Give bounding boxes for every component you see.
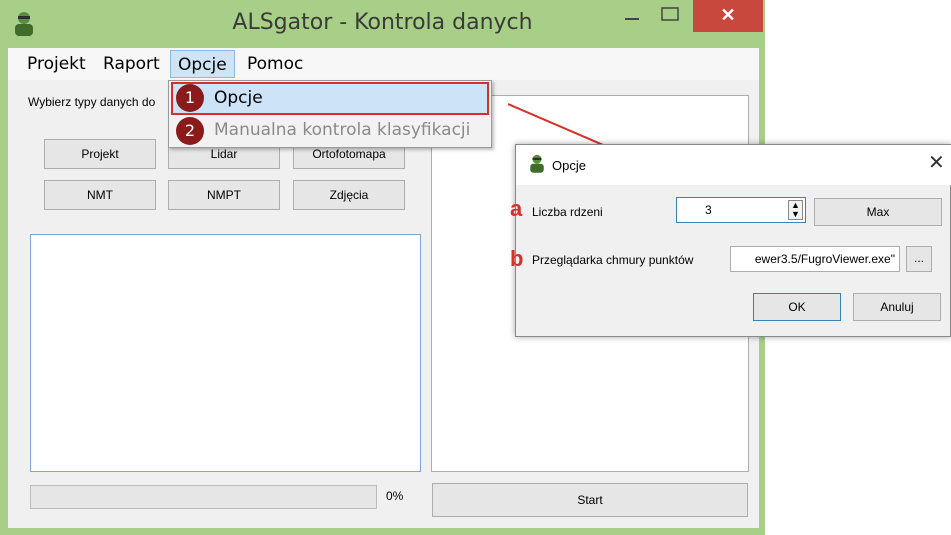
data-types-label: Wybierz typy danych do (28, 95, 156, 109)
minimize-icon (625, 18, 639, 20)
close-button[interactable]: ✕ (693, 0, 763, 32)
step-badge-1: 1 (176, 84, 204, 112)
maximize-icon (661, 7, 679, 21)
dialog-title: Opcje (552, 158, 586, 173)
menu-projekt[interactable]: Projekt (20, 50, 93, 78)
max-button[interactable]: Max (814, 198, 942, 226)
start-button[interactable]: Start (432, 483, 748, 517)
marker-a: a (510, 196, 523, 221)
progress-bar (30, 485, 377, 509)
viewer-path-field[interactable]: ewer3.5/FugroViewer.exe" (730, 246, 900, 272)
dropdown-item-opcje-label: Opcje (214, 88, 263, 108)
ok-button[interactable]: OK (753, 293, 841, 321)
cores-value: 3 (705, 203, 712, 217)
cores-spinbox[interactable]: 3 (676, 197, 806, 223)
close-icon: ✕ (720, 5, 736, 25)
cores-label: Liczba rdzeni (532, 205, 603, 219)
viewer-label: Przeglądarka chmury punktów (532, 253, 694, 267)
nmt-button[interactable]: NMT (44, 180, 156, 210)
step-badge-2: 2 (176, 117, 204, 145)
window-title: ALSgator - Kontrola danych (232, 10, 533, 35)
selection-list[interactable] (30, 234, 421, 472)
minimize-button[interactable] (617, 2, 647, 28)
dropdown-item-manual-classification[interactable]: Manualna kontrola klasyfikacji (214, 120, 470, 140)
zdjecia-button[interactable]: Zdjęcia (293, 180, 405, 210)
browse-button[interactable]: ... (906, 246, 932, 272)
projekt-button[interactable]: Projekt (44, 139, 156, 169)
nmpt-button[interactable]: NMPT (168, 180, 280, 210)
spin-up-down-icon[interactable]: ▲ ▼ (788, 200, 803, 220)
menu-opcje[interactable]: Opcje (170, 50, 235, 78)
progress-percent: 0% (386, 489, 404, 503)
user-icon (528, 153, 546, 176)
menu-pomoc[interactable]: Pomoc (240, 50, 310, 78)
marker-b: b (510, 246, 524, 271)
maximize-button[interactable] (655, 2, 685, 28)
cancel-button[interactable]: Anuluj (853, 293, 941, 321)
dialog-close-button[interactable]: ✕ (928, 150, 945, 175)
menu-raport[interactable]: Raport (96, 50, 167, 78)
